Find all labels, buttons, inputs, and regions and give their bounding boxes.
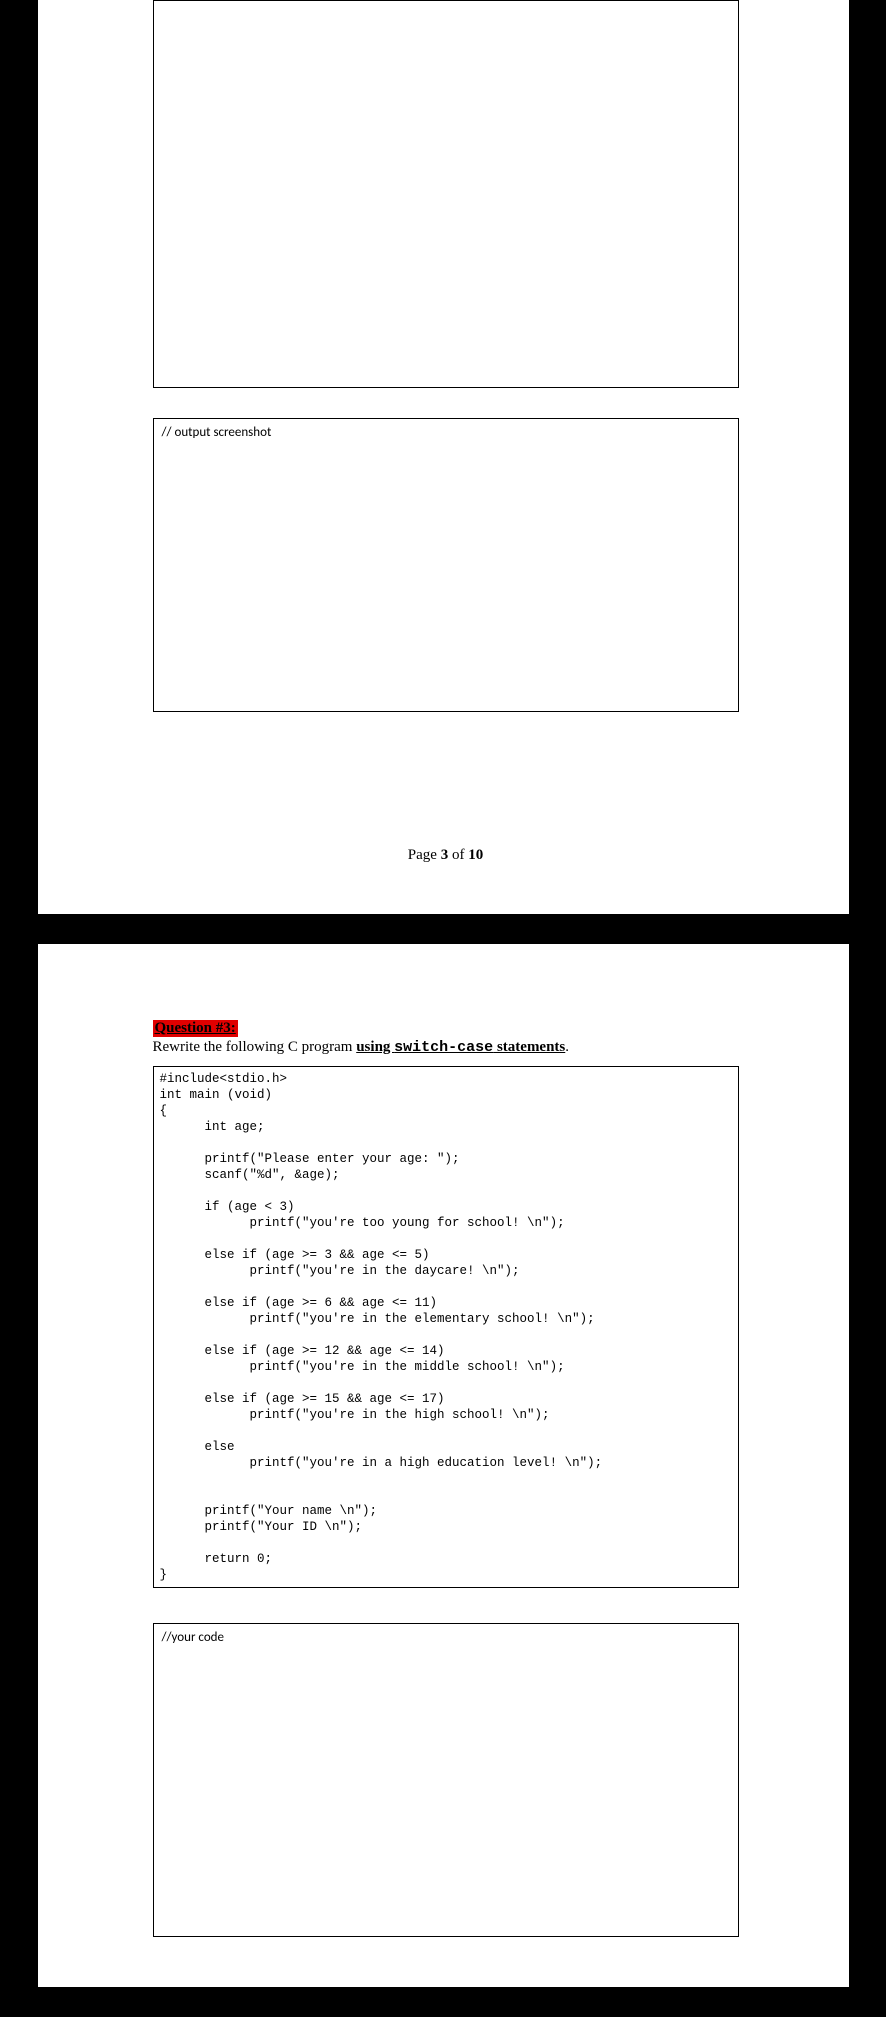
instructions-code: switch-case: [394, 1039, 493, 1056]
footer-mid: of: [448, 847, 468, 863]
code-listing: #include<stdio.h> int main (void) { int …: [153, 1066, 739, 1588]
footer-prefix: Page: [408, 847, 441, 863]
empty-code-box: [153, 0, 739, 388]
your-code-label: //your code: [162, 1630, 224, 1645]
your-code-box: //your code: [153, 1623, 739, 1937]
instructions-underline-pre: using: [356, 1039, 394, 1055]
question-instructions: Rewrite the following C program using sw…: [153, 1039, 739, 1056]
question-label: Question #3:: [153, 1020, 238, 1037]
page-footer: Page 3 of 10: [153, 847, 739, 864]
page-4: Question #3: Rewrite the following C pro…: [38, 944, 849, 1987]
output-label: // output screenshot: [162, 425, 272, 440]
page-3: // output screenshot Page 3 of 10: [38, 0, 849, 914]
instructions-underline-post: statements: [493, 1039, 565, 1055]
output-screenshot-box: // output screenshot: [153, 418, 739, 712]
instructions-pre: Rewrite the following C program: [153, 1039, 357, 1055]
footer-total: 10: [468, 847, 483, 863]
instructions-end: .: [565, 1039, 569, 1055]
